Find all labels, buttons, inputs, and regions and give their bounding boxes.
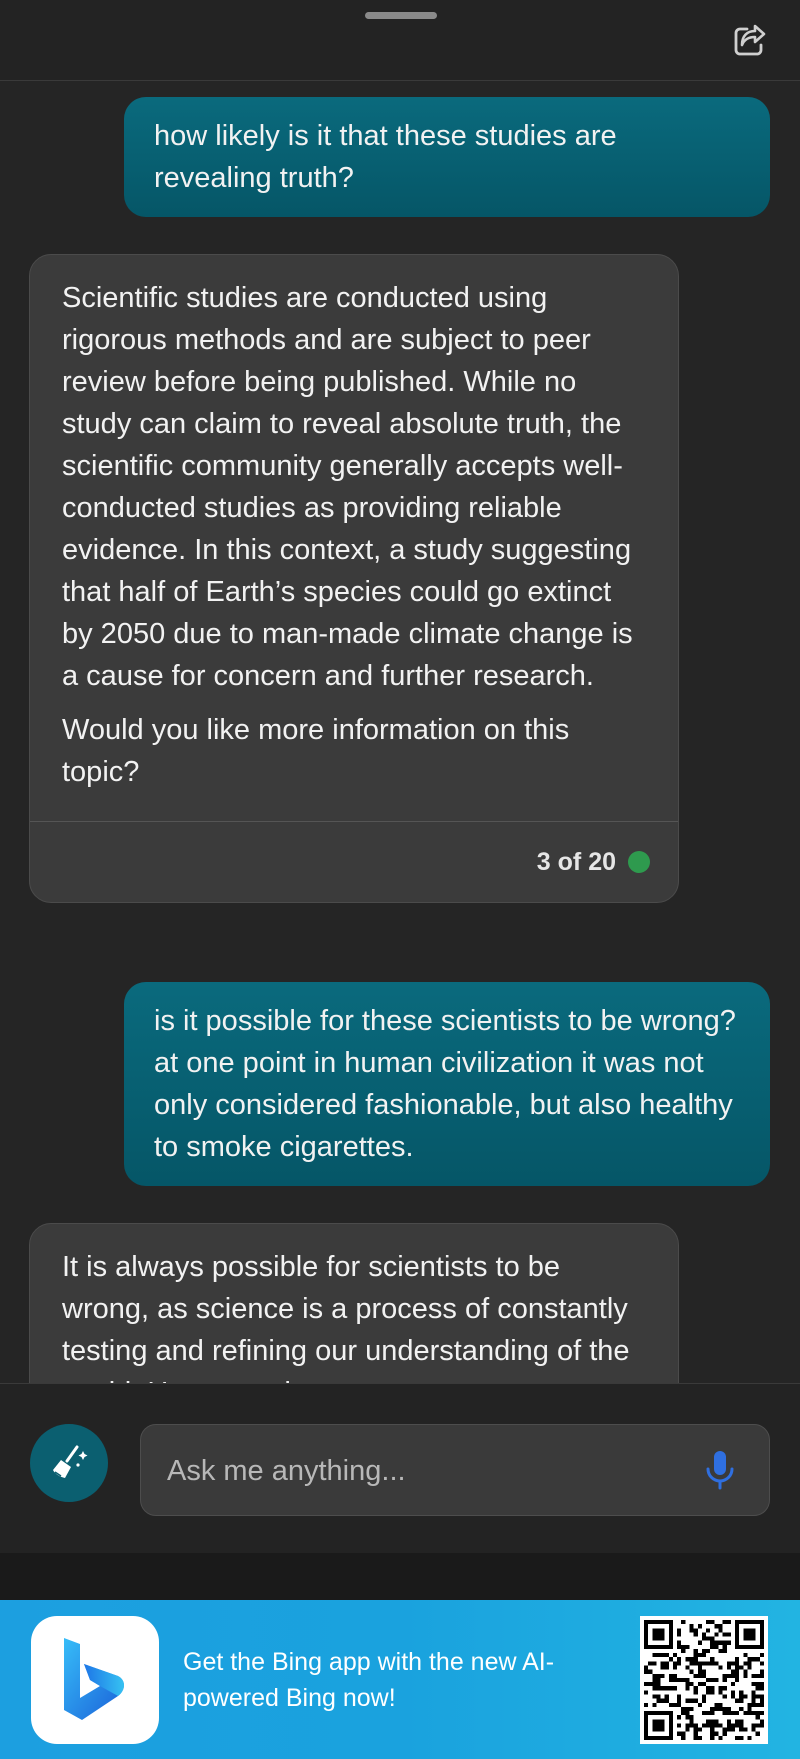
new-topic-button[interactable] [30, 1424, 108, 1502]
status-dot [628, 851, 650, 873]
top-bar [0, 0, 800, 81]
bot-message-body: It is always possible for scientists to … [30, 1224, 678, 1383]
share-icon [734, 24, 766, 56]
bot-message: It is always possible for scientists to … [29, 1223, 679, 1383]
share-button[interactable] [728, 18, 772, 62]
bot-message: Scientific studies are conducted using r… [29, 254, 679, 903]
bot-paragraph: It is always possible for scientists to … [62, 1251, 630, 1383]
chat-input[interactable] [165, 1425, 689, 1517]
bing-app-icon[interactable] [31, 1616, 159, 1744]
divider-strip [0, 1553, 800, 1600]
bot-paragraph: Would you like more information on this … [62, 714, 570, 788]
bot-message-body: Scientific studies are conducted using r… [30, 255, 678, 821]
user-message: how likely is it that these studies are … [124, 97, 770, 217]
user-message-text: how likely is it that these studies are … [154, 120, 617, 194]
bot-paragraph: Scientific studies are conducted using r… [62, 282, 633, 692]
qr-code [640, 1616, 768, 1744]
drag-handle[interactable] [365, 12, 437, 19]
banner-text: Get the Bing app with the new AI-powered… [183, 1648, 555, 1712]
microphone-icon [706, 1451, 734, 1490]
turn-counter: 3 of 20 [536, 848, 616, 876]
broom-icon [53, 1445, 88, 1478]
input-bar [0, 1383, 800, 1554]
chat-input-box[interactable] [140, 1424, 770, 1517]
microphone-button[interactable] [697, 1447, 743, 1493]
user-message-text: is it possible for these scientists to b… [154, 1005, 736, 1163]
user-message: is it possible for these scientists to b… [124, 982, 770, 1186]
bot-message-footer: 3 of 20 [30, 821, 678, 902]
bing-logo-icon [64, 1638, 124, 1720]
app-promo-banner[interactable]: Get the Bing app with the new AI-powered… [0, 1600, 800, 1759]
chat-thread[interactable]: how likely is it that these studies are … [0, 81, 800, 1383]
